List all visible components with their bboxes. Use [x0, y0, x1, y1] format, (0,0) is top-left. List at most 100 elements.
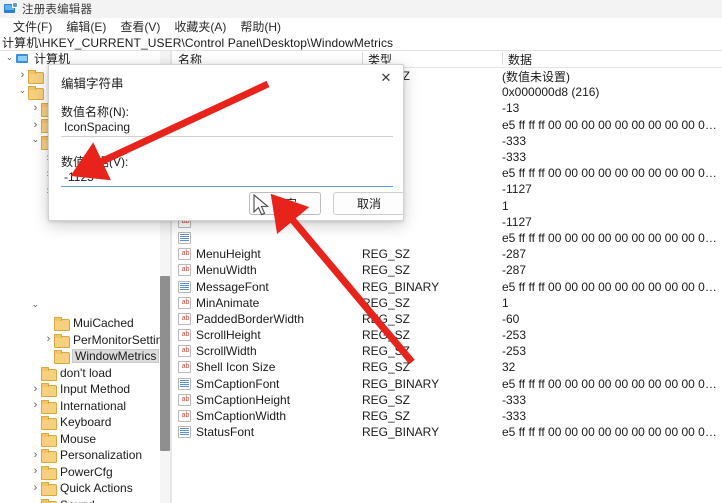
tree-node[interactable]: [0, 299, 160, 316]
chevron-right-icon[interactable]: [30, 483, 41, 494]
cancel-button[interactable]: 取消: [333, 192, 404, 215]
edit-string-dialog: 编辑字符串 ✕ 数值名称(N): 数值数据(V): 确定 取消: [48, 64, 404, 221]
tree-node-powercfg[interactable]: PowerCfg: [0, 464, 160, 481]
menu-help[interactable]: 帮助(H): [233, 18, 288, 35]
folder-icon: [41, 400, 56, 412]
chevron-right-icon[interactable]: [43, 334, 54, 345]
table-row[interactable]: SmCaptionWidthREG_SZ-333: [172, 408, 722, 424]
table-row[interactable]: MenuWidthREG_SZ-287: [172, 262, 722, 278]
folder-icon: [28, 70, 43, 82]
table-row[interactable]: ScrollWidthREG_SZ-253: [172, 343, 722, 359]
tree-scrollbar-thumb[interactable]: [160, 276, 170, 451]
table-row[interactable]: ScrollHeightREG_SZ-253: [172, 327, 722, 343]
computer-icon: [15, 53, 30, 65]
tree-node-label: Personalization: [60, 449, 142, 461]
cell-data: e5 ff ff ff 00 00 00 00 00 00 00 00 00 0…: [502, 425, 717, 439]
cell-data: -13: [502, 101, 717, 115]
cell-name: MessageFont: [172, 280, 362, 294]
tree-node-input-method[interactable]: Input Method: [0, 381, 160, 398]
cell-type: REG_SZ: [362, 296, 502, 310]
cell-name: StatusFont: [172, 425, 362, 439]
dialog-title: 编辑字符串: [61, 73, 124, 92]
tree-node-international[interactable]: International: [0, 398, 160, 415]
close-icon[interactable]: ✕: [369, 65, 403, 91]
cell-data: -60: [502, 312, 717, 326]
string-value-icon: [178, 345, 191, 357]
table-row[interactable]: MessageFontREG_BINARYe5 ff ff ff 00 00 0…: [172, 278, 722, 294]
table-row[interactable]: e5 ff ff ff 00 00 00 00 00 00 00 00 00 0…: [172, 230, 722, 246]
address-path: 计算机\HKEY_CURRENT_USER\Control Panel\Desk…: [2, 34, 393, 51]
cell-type: REG_BINARY: [362, 280, 502, 294]
chevron-right-icon[interactable]: [17, 70, 28, 81]
cell-data: (数值未设置): [502, 68, 717, 85]
value-name: MinAnimate: [196, 296, 259, 310]
tree-node-label: Input Method: [60, 383, 130, 395]
table-row[interactable]: SmCaptionHeightREG_SZ-333: [172, 392, 722, 408]
value-name-input[interactable]: [61, 118, 393, 137]
table-row[interactable]: MenuHeightREG_SZ-287: [172, 246, 722, 262]
cell-data: -287: [502, 247, 717, 261]
tree-node-don-t-load[interactable]: don't load: [0, 365, 160, 382]
cell-data: e5 ff ff ff 00 00 00 00 00 00 00 00 00 0…: [502, 166, 717, 180]
tree-node-quick-actions[interactable]: Quick Actions: [0, 480, 160, 497]
chevron-right-icon[interactable]: [30, 103, 41, 114]
column-header-data[interactable]: 数据: [502, 51, 717, 68]
binary-value-icon: [178, 232, 191, 244]
tree-node-label: Keyboard: [60, 416, 111, 428]
folder-icon: [54, 317, 69, 329]
tree-node[interactable]: [0, 282, 160, 299]
chevron-down-icon[interactable]: [30, 302, 41, 311]
menu-view[interactable]: 查看(V): [113, 18, 167, 35]
tree-node-windowmetrics[interactable]: WindowMetrics: [0, 348, 160, 365]
cell-name: ScrollHeight: [172, 328, 362, 342]
chevron-down-icon[interactable]: [17, 88, 28, 97]
value-name: SmCaptionFont: [196, 377, 279, 391]
folder-icon: [28, 86, 43, 98]
menu-favorites[interactable]: 收藏夹(A): [167, 18, 233, 35]
menu-file[interactable]: 文件(F): [6, 18, 59, 35]
cell-type: REG_SZ: [362, 360, 502, 374]
string-value-icon: [178, 297, 191, 309]
tree-node[interactable]: [0, 249, 160, 266]
tree-node-label: International: [60, 400, 126, 412]
tree-node-label: Quick Actions: [60, 482, 133, 494]
menu-edit[interactable]: 编辑(E): [59, 18, 113, 35]
cell-type: REG_SZ: [362, 328, 502, 342]
tree-node-sound[interactable]: Sound: [0, 497, 160, 503]
table-row[interactable]: StatusFontREG_BINARYe5 ff ff ff 00 00 00…: [172, 424, 722, 440]
chevron-right-icon[interactable]: [30, 450, 41, 461]
cell-name: MenuWidth: [172, 263, 362, 277]
value-name: SmCaptionWidth: [196, 409, 286, 423]
tree-node[interactable]: [0, 233, 160, 250]
tree-node-permonitorsettin[interactable]: PerMonitorSettin: [0, 332, 160, 349]
table-row[interactable]: Shell Icon SizeREG_SZ32: [172, 359, 722, 375]
cell-type: REG_BINARY: [362, 425, 502, 439]
ok-button[interactable]: 确定: [249, 192, 321, 215]
value-data-input[interactable]: [61, 168, 393, 187]
tree-node-keyboard[interactable]: Keyboard: [0, 414, 160, 431]
binary-value-icon: [178, 378, 191, 390]
cell-data: -333: [502, 134, 717, 148]
string-value-icon: [178, 394, 191, 406]
title-bar: 注册表编辑器: [0, 0, 722, 18]
string-value-icon: [178, 410, 191, 422]
cell-type: REG_SZ: [362, 393, 502, 407]
tree-node[interactable]: [0, 266, 160, 283]
chevron-right-icon[interactable]: [30, 120, 41, 131]
table-row[interactable]: SmCaptionFontREG_BINARYe5 ff ff ff 00 00…: [172, 376, 722, 392]
tree-node-muicached[interactable]: MuiCached: [0, 315, 160, 332]
cell-data: 0x000000d8 (216): [502, 85, 717, 99]
chevron-right-icon[interactable]: [30, 466, 41, 477]
chevron-down-icon[interactable]: [4, 55, 15, 64]
address-bar[interactable]: 计算机\HKEY_CURRENT_USER\Control Panel\Desk…: [0, 35, 722, 51]
chevron-right-icon[interactable]: [30, 400, 41, 411]
chevron-down-icon[interactable]: [30, 137, 41, 146]
folder-icon: [41, 482, 56, 494]
table-row[interactable]: PaddedBorderWidthREG_SZ-60: [172, 311, 722, 327]
tree-node-mouse[interactable]: Mouse: [0, 431, 160, 448]
chevron-right-icon[interactable]: [30, 384, 41, 395]
table-row[interactable]: MinAnimateREG_SZ1: [172, 295, 722, 311]
tree-node-personalization[interactable]: Personalization: [0, 447, 160, 464]
string-value-icon: [178, 313, 191, 325]
tree-node-label: Sound: [60, 499, 95, 503]
